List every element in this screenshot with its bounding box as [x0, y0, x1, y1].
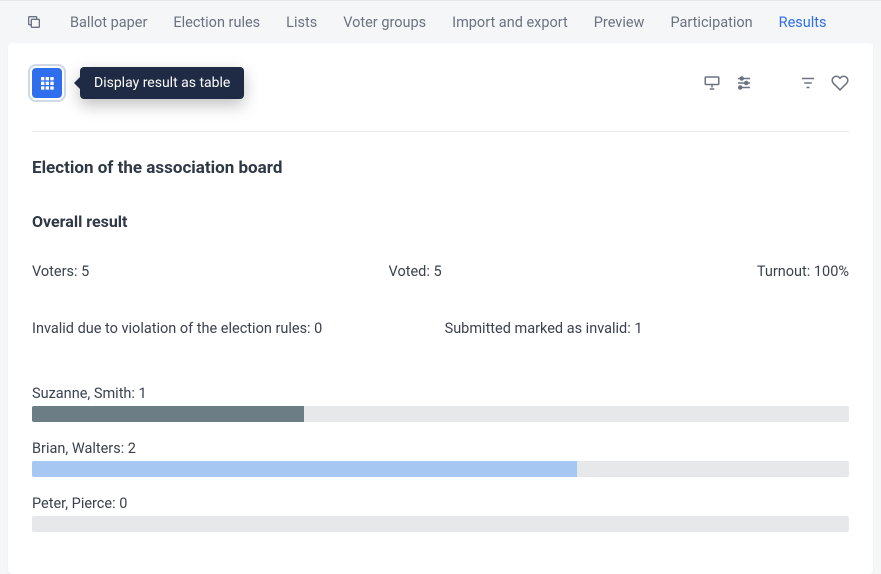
tabs: Ballot paper Election rules Lists Voter gro… [70, 14, 827, 31]
marked-invalid-stat: Submitted marked as invalid: 1 [445, 320, 643, 337]
section-title: Overall result [32, 212, 849, 231]
tab-results[interactable]: Results [779, 14, 827, 31]
candidate-label: Peter, Pierce: 0 [32, 495, 849, 512]
heart-icon[interactable] [831, 74, 849, 92]
candidates-list: Suzanne, Smith: 1 Brian, Walters: 2 Peter,… [32, 385, 849, 532]
candidate-bar-fill [32, 461, 577, 477]
tab-lists[interactable]: Lists [286, 14, 317, 31]
stats-row-2: Invalid due to violation of the election… [32, 320, 849, 337]
tab-import-and-export[interactable]: Import and export [452, 14, 568, 31]
display-table-button[interactable] [32, 68, 62, 98]
candidate-row: Peter, Pierce: 0 [32, 495, 849, 532]
card-toolbar: Display result as table [32, 67, 849, 132]
invalid-stat: Invalid due to violation of the election… [32, 320, 445, 337]
turnout-stat: Turnout: 100% [757, 263, 849, 280]
sliders-icon[interactable] [735, 74, 753, 92]
page-title: Election of the association board [32, 158, 849, 178]
candidate-bar-fill [32, 406, 304, 422]
results-card: Display result as table [8, 43, 873, 574]
candidate-bar-track [32, 516, 849, 532]
candidate-label: Brian, Walters: 2 [32, 440, 849, 457]
display-table-tooltip: Display result as table [80, 67, 244, 99]
candidate-row: Suzanne, Smith: 1 [32, 385, 849, 422]
candidate-label: Suzanne, Smith: 1 [32, 385, 849, 402]
candidate-bar-track [32, 461, 849, 477]
tab-preview[interactable]: Preview [594, 14, 645, 31]
stats-row-1: Voters: 5 Voted: 5 Turnout: 100% [32, 263, 849, 280]
copy-icon[interactable] [26, 13, 44, 31]
tab-participation[interactable]: Participation [670, 14, 752, 31]
voters-stat: Voters: 5 [32, 263, 89, 280]
voted-stat: Voted: 5 [389, 263, 442, 280]
tab-election-rules[interactable]: Election rules [173, 14, 260, 31]
top-nav: Ballot paper Election rules Lists Voter gro… [0, 0, 881, 43]
tab-voter-groups[interactable]: Voter groups [343, 14, 426, 31]
candidate-row: Brian, Walters: 2 [32, 440, 849, 477]
tab-ballot-paper[interactable]: Ballot paper [70, 14, 147, 31]
filter-icon[interactable] [799, 74, 817, 92]
presentation-icon[interactable] [703, 74, 721, 92]
candidate-bar-track [32, 406, 849, 422]
